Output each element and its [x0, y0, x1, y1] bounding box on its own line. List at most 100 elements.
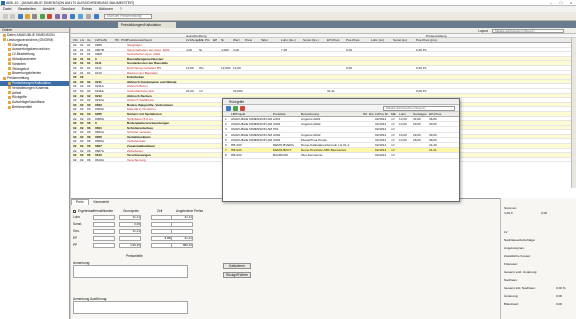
panel-tab-bar: Preisbildungen/Kalkulation [0, 21, 576, 28]
apply-icon[interactable] [226, 106, 231, 111]
price-row-label: PP [73, 243, 78, 247]
folder-icon [8, 57, 11, 61]
summary-label: Nachlässe/Aufschläge: [504, 238, 536, 242]
price-input[interactable] [93, 229, 115, 234]
price-input[interactable]: 31,41 [171, 215, 193, 220]
sidebar-item[interactable]: Betriebsmittel [0, 105, 69, 110]
preisanteile-label: Preisanteile [126, 254, 143, 258]
price-input[interactable] [171, 222, 193, 227]
calc-icon[interactable] [70, 14, 75, 19]
sidebar-item-label: Leistungsverzeichnis (ÖNORM) [7, 37, 54, 42]
tab-preis[interactable]: Preis [71, 199, 89, 205]
price-input[interactable] [151, 215, 173, 220]
summary-label: Fixkosten: [504, 262, 519, 266]
folder-icon [3, 38, 6, 42]
sidebar-item-label: Gliederung [12, 42, 29, 47]
dialog-cell: m³ [391, 153, 395, 158]
anmerkung-field[interactable] [73, 265, 188, 278]
filter-icon[interactable] [78, 14, 83, 19]
price-input[interactable] [93, 222, 115, 227]
price-input[interactable]: 31,41 [171, 236, 193, 241]
summary-label: Angebotspreis: [504, 246, 525, 250]
summary-value: 0,00 % [556, 286, 566, 290]
price-input[interactable] [151, 222, 173, 227]
folder-icon [8, 105, 11, 109]
sidebar-item-label: Aufschläge/Nachlässe [12, 100, 45, 105]
price-input[interactable]: 9,85h [151, 236, 173, 241]
dialog-cell: 8 [225, 153, 227, 158]
rueckgriffe-dialog: Rückgriffe Tabelle durchsuchen (Strg+F) … [222, 98, 460, 202]
price-input[interactable]: 986,32 [171, 243, 193, 248]
folder-icon [8, 91, 11, 95]
tree-list: Daten ANAKUBLIE DIMENSION Leistungsverzei… [0, 33, 69, 110]
col-grundpreis: Grundpreis [123, 209, 139, 213]
summary-label: Änderung: [504, 294, 519, 298]
folder-icon [8, 48, 11, 52]
price-input[interactable] [151, 243, 173, 248]
price-row-label: EP [73, 236, 78, 240]
help-icon[interactable] [94, 14, 99, 19]
price-input[interactable]: 0,00 [119, 222, 141, 227]
price-input[interactable] [119, 236, 141, 241]
folder-icon [8, 43, 11, 47]
summary-panel: Summen 4,00,0 0,00 LV Nachlässe/Aufschläg… [500, 198, 576, 319]
price-input[interactable]: 4,96,20 [119, 243, 141, 248]
rueckgriff-button[interactable]: Rückgriff Werte [223, 272, 251, 278]
sidebar-item-label: Ablaufparameter [12, 56, 37, 61]
summary-label: LV [504, 230, 508, 234]
dialog-cell: 02/1814 [375, 153, 387, 158]
folder-icon [8, 52, 11, 56]
folder-icon [8, 62, 11, 66]
price-input[interactable]: 31,41 [119, 229, 141, 234]
summen-value-1: 4,00,0 [504, 211, 513, 215]
sidebar-item-label: Bewertungskriterien [12, 71, 42, 76]
paste-icon[interactable] [62, 14, 67, 19]
dialog-row[interactable]: 8 HB-030 BAUBOOK Öko-Kennwerte 02/1814 m³ [223, 153, 459, 159]
delete-icon[interactable] [47, 14, 52, 19]
grid-search-input[interactable]: Tabelle durchsuchen (Strg+F) [492, 28, 564, 33]
print-icon[interactable] [32, 14, 37, 19]
price-input[interactable] [171, 229, 193, 234]
sidebar-item-label: Daten ANAKUBLIE DIMENSION [7, 33, 55, 37]
summary-label: Gesamt inkl. Nachlass: [504, 286, 536, 290]
cancel-icon[interactable] [240, 106, 245, 111]
price-input[interactable] [93, 215, 115, 220]
refresh-icon[interactable] [233, 106, 238, 111]
copy-icon[interactable] [55, 14, 60, 19]
price-input[interactable] [93, 236, 115, 241]
folder-icon [8, 86, 11, 90]
price-row-label: Ges. [73, 229, 80, 233]
kalkulieren-button[interactable]: Kalkulieren [223, 263, 251, 269]
anmerkung-ausfuehrung-field[interactable] [73, 301, 188, 314]
price-input[interactable] [151, 229, 173, 234]
sidebar-item-label: Teilangebot [12, 66, 29, 71]
ergebnisse-checkbox[interactable] [73, 210, 76, 213]
table-cell: 0610A [95, 157, 104, 162]
save-icon[interactable] [18, 14, 23, 19]
dialog-cell: HB-030 [231, 153, 242, 158]
price-input[interactable] [93, 243, 115, 248]
price-row-label: Sonst. [73, 222, 83, 226]
sidebar-item-label: Artikel [12, 90, 22, 95]
toolbar-search-input[interactable]: Start der Preisermittlung [104, 14, 152, 19]
dialog-search-input[interactable]: Tabelle durchsuchen (Strg+F) [383, 106, 455, 111]
vertical-scrollbar[interactable] [571, 38, 576, 188]
sidebar-item-label: Veränderungen Kostenst. [12, 85, 50, 90]
folder-icon [3, 76, 6, 80]
folder-icon [8, 81, 11, 85]
price-input[interactable]: 31,41 [119, 215, 141, 220]
sidebar-item-label: Betriebsmittel [12, 104, 32, 109]
tab-kennwerte[interactable]: Kennwerte [89, 200, 113, 205]
table-cell: 02 [73, 157, 77, 162]
sidebar-item-label: Preisbildungen/Kalkulation [12, 80, 51, 85]
back-icon[interactable] [3, 14, 8, 19]
forward-icon[interactable] [10, 14, 15, 19]
settings-icon[interactable] [86, 14, 91, 19]
col-angebot: Angebotene Preise [176, 209, 204, 213]
open-icon[interactable] [25, 14, 30, 19]
folder-icon [8, 100, 11, 104]
new-icon[interactable] [40, 14, 45, 19]
summary-label: Zusätzliche Kosten: [504, 254, 531, 258]
summary-value: 0,00 [556, 302, 563, 306]
sidebar-item-label: Varianten [12, 61, 26, 66]
